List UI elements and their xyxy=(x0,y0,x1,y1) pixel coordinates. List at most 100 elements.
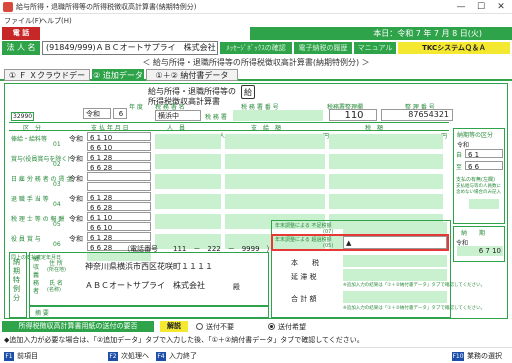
nouki2-field[interactable]: 6 7 10 xyxy=(457,246,503,256)
amount-field[interactable] xyxy=(225,194,325,209)
row-code: 05 xyxy=(53,221,61,228)
kankou-label: 支払の有無(左欄) xyxy=(456,177,495,183)
menu-file[interactable]: ファイル(F) xyxy=(4,16,42,26)
tax-field[interactable] xyxy=(329,154,443,169)
year-label: 年 度 xyxy=(129,104,143,111)
gokei-field[interactable] xyxy=(343,291,447,303)
row-code: 04 xyxy=(53,201,61,208)
row-era: 令和 xyxy=(69,155,83,163)
amount-field[interactable] xyxy=(225,134,325,149)
nouki-to-field[interactable]: 6 6 xyxy=(465,161,503,170)
tekiyo-row xyxy=(29,306,269,318)
pay-date-from[interactable]: 6 1 28 xyxy=(87,232,151,241)
row-era: 令和 xyxy=(69,235,83,243)
office-suffix: 税 務 署 xyxy=(205,114,227,121)
era-select[interactable]: 令和 xyxy=(83,108,111,119)
amount-field[interactable] xyxy=(225,174,325,189)
pay-date-from[interactable]: 6 1 10 xyxy=(87,132,151,141)
menu-help[interactable]: ヘルプ(H) xyxy=(40,16,72,26)
notice-text: ◆追加入力が必要な場合は、「②追加データ」タブで入力した後、「①＋②納付書データ… xyxy=(4,336,364,344)
dono-label: 殿 xyxy=(233,283,240,291)
year-field[interactable]: 6 xyxy=(113,108,127,119)
fkey-f2[interactable]: F2 次処理へ xyxy=(108,351,149,361)
radio-no-send[interactable] xyxy=(196,323,203,330)
people-field[interactable] xyxy=(155,154,221,169)
amount-field[interactable] xyxy=(225,154,325,169)
entai-label: 延 滞 税 xyxy=(291,273,317,281)
address-sub: (所在地) xyxy=(47,267,66,273)
entai-field[interactable] xyxy=(343,269,447,281)
menu-bar: ファイル(F) ヘルプ(H) xyxy=(0,14,512,26)
nouki-to-label: 至 xyxy=(456,164,463,171)
corp-name: (91849/999)ＡＢＣオートサプライ 株式会社 xyxy=(42,41,218,55)
form-code: 32990 xyxy=(11,112,35,121)
people-field[interactable] xyxy=(155,194,221,209)
tax-field[interactable] xyxy=(329,174,443,189)
honzei-field[interactable] xyxy=(343,255,447,267)
pay-date-to[interactable] xyxy=(87,182,151,191)
send-option-bar: 所得税徴収高計算書用紙の送付の要否 解説 送付不要 送付希望 xyxy=(0,320,512,333)
fkey-f1[interactable]: F1 前項目 xyxy=(4,351,38,361)
pay-date-to[interactable]: 6 6 28 xyxy=(87,202,151,211)
people-field[interactable] xyxy=(155,214,221,229)
minimize-button[interactable]: — xyxy=(452,1,470,13)
message-box-button[interactable]: ﾒｯｾｰｼﾞﾎﾞｯｸｽの確認 xyxy=(220,42,292,54)
kankou-field[interactable] xyxy=(469,199,499,209)
pay-date-from[interactable]: 6 1 10 xyxy=(87,212,151,221)
qa-button[interactable]: TKCシステムＱ＆Ａ xyxy=(398,42,510,54)
office-no-field[interactable] xyxy=(233,110,323,121)
gokei-label: 合 計 額 xyxy=(291,295,317,303)
kyu-stamp: 給 xyxy=(241,85,255,99)
fkey-f10[interactable]: F10 業務の選択 xyxy=(452,351,502,361)
note-1: ※追加入力の結果は「①＋②納付書データ」タブで確認してください。 xyxy=(343,283,486,288)
row-era: 令和 xyxy=(69,195,83,203)
col-tax: 税 額 xyxy=(365,125,384,132)
address-value: 神奈川県横浜市西区花咲町１１１１ xyxy=(85,262,213,271)
nouki2-label: 納 期 xyxy=(461,230,486,237)
tab-fx-cloud[interactable]: ① Ｆ Ｘクラウドデータ xyxy=(4,69,90,92)
tax-field[interactable] xyxy=(329,194,443,209)
maximize-button[interactable]: ☐ xyxy=(472,1,490,13)
row-era: 令和 xyxy=(69,215,83,223)
manual-button[interactable]: マニュアル xyxy=(354,42,396,54)
tax-field[interactable] xyxy=(329,134,443,149)
people-field[interactable] xyxy=(155,174,221,189)
function-key-bar: F1 前項目 F2 次処理へ F4 入力終了 F10 業務の選択 xyxy=(0,347,512,363)
pay-date-to[interactable]: 6 6 10 xyxy=(87,142,151,151)
close-button[interactable]: ✕ xyxy=(492,1,510,13)
pay-date-to[interactable]: 6 6 10 xyxy=(87,222,151,231)
tab-payment[interactable]: ①＋② 納付書データ xyxy=(146,69,238,81)
nouki-from-label: 自 xyxy=(456,152,463,159)
e-tax-history-button[interactable]: 電子納税の履歴 xyxy=(294,42,352,54)
adj1-field[interactable] xyxy=(343,222,447,234)
app-icon xyxy=(3,2,13,12)
title-bar: 給与所得・退職所得等の所得税徴収高計算書(納期特例分) — ☐ ✕ xyxy=(0,0,512,14)
honzei-label: 本 税 xyxy=(291,259,319,267)
dentatsu-badge[interactable]: 電 話 xyxy=(2,27,40,40)
pay-date-from[interactable]: 6 1 28 xyxy=(87,152,151,161)
pay-date-from[interactable]: 6 1 28 xyxy=(87,192,151,201)
corp-label: 法 人 名 xyxy=(2,41,40,55)
highlight-box xyxy=(271,234,449,251)
row-era: 令和 xyxy=(69,175,83,183)
people-field[interactable] xyxy=(155,134,221,149)
row-label: 役 員 賞 与 xyxy=(11,236,41,243)
explain-button[interactable]: 解説 xyxy=(160,321,188,332)
fkey-f4-key: F4 xyxy=(156,352,166,361)
radio-send-label: 送付希望 xyxy=(278,323,306,331)
fkey-f4[interactable]: F4 入力終了 xyxy=(156,351,197,361)
name-sub: (名称) xyxy=(47,287,61,293)
fkey-f2-key: F2 xyxy=(108,352,118,361)
office-field[interactable]: 横浜中 xyxy=(155,110,201,121)
side-label: 納 期 特 例 分 xyxy=(13,258,20,302)
nouki-from-field[interactable]: 6 1 xyxy=(465,149,503,158)
radio-no-send-label: 送付不要 xyxy=(206,323,234,331)
pay-date-to[interactable]: 6 6 28 xyxy=(87,162,151,171)
page-heading: ＜ 給与所得・退職所得等の所得税徴収高計算書(納期特例分) ＞ xyxy=(142,58,370,67)
tab-bar: ① Ｆ Ｘクラウドデータ ② 追加データ ①＋② 納付書データ xyxy=(0,69,512,92)
radio-send[interactable] xyxy=(268,323,275,330)
pay-date-from[interactable] xyxy=(87,172,151,181)
col-pay-date: 支 払 年 月 日 xyxy=(91,125,129,132)
tab-additional[interactable]: ② 追加データ xyxy=(92,69,144,81)
row-code: 06 xyxy=(53,241,61,248)
